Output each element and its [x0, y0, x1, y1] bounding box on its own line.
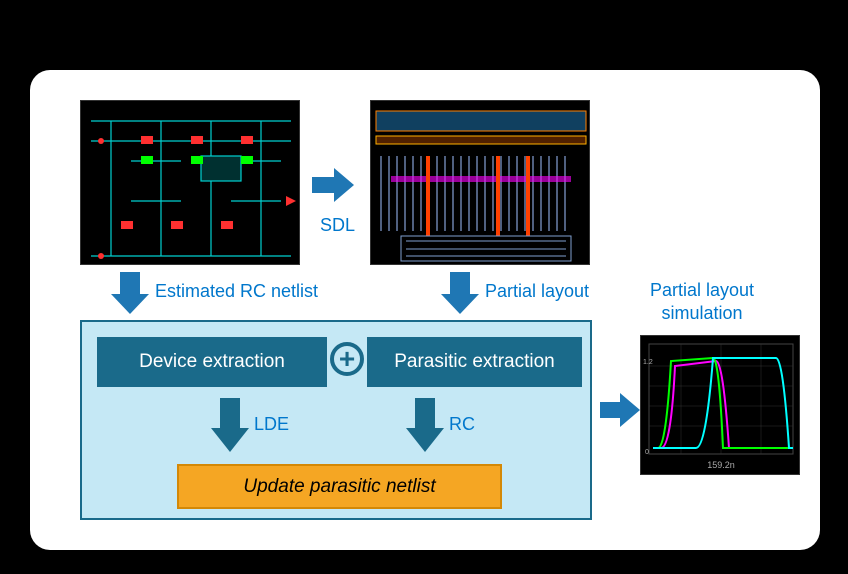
lde-label: LDE: [254, 414, 289, 435]
main-panel: SDL Estimated RC netlist Partial layout: [30, 70, 820, 550]
ic-layout-icon: [371, 101, 591, 266]
simulation-plot: 159.2n 0 1.2: [640, 335, 800, 475]
plus-icon: +: [330, 342, 364, 376]
update-parasitic-netlist-box: Update parasitic netlist: [177, 464, 502, 509]
device-extraction-box: Device extraction: [97, 337, 327, 387]
estimated-rc-label: Estimated RC netlist: [155, 281, 318, 302]
arrow-right-icon: [308, 160, 358, 210]
schematic-thumbnail: [80, 100, 300, 265]
rc-label: RC: [449, 414, 475, 435]
layout-thumbnail: [370, 100, 590, 265]
arrow-down-icon: [435, 268, 485, 318]
x-axis-tick: 159.2n: [707, 460, 735, 470]
extraction-box: Device extraction + Parasitic extraction…: [80, 320, 592, 520]
svg-text:0: 0: [645, 449, 649, 456]
partial-layout-label: Partial layout: [485, 281, 589, 302]
arrow-down-icon: [205, 394, 255, 454]
arrow-down-icon: [105, 268, 155, 318]
parasitic-extraction-box: Parasitic extraction: [367, 337, 582, 387]
svg-text:1.2: 1.2: [643, 359, 653, 366]
sdl-label: SDL: [320, 215, 355, 236]
waveform-chart-icon: 159.2n 0 1.2: [641, 336, 801, 476]
arrow-down-icon: [400, 394, 450, 454]
arrow-right-icon: [598, 385, 643, 435]
schematic-circuit-icon: [81, 101, 301, 266]
partial-simulation-label: Partial layout simulation: [650, 279, 754, 326]
